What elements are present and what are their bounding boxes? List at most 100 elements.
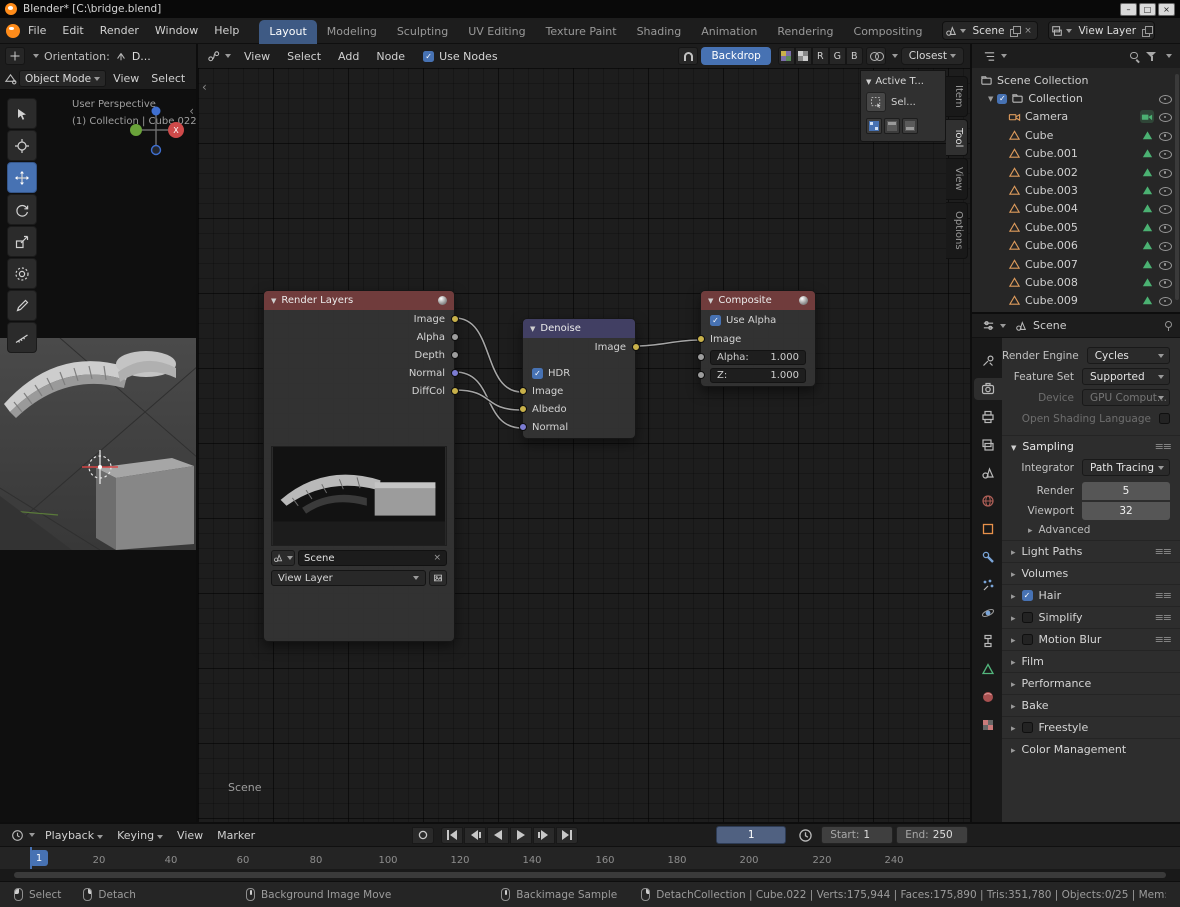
node-menu-view[interactable]: View xyxy=(237,50,277,63)
tab-object-properties[interactable] xyxy=(974,518,1002,540)
socket-depth-out[interactable] xyxy=(451,351,459,359)
node-header[interactable]: Render Layers xyxy=(264,291,454,310)
tab-tool-properties[interactable] xyxy=(974,350,1002,372)
node-editor[interactable]: ‹ Render Layers Image Alpha Depth Normal… xyxy=(198,68,972,822)
timeline-menu-view[interactable]: View xyxy=(170,829,210,842)
menu-window[interactable]: Window xyxy=(147,24,206,37)
backdrop-channel-alpha-icon[interactable] xyxy=(795,47,812,65)
camera-data-icon[interactable] xyxy=(1140,110,1154,123)
orientation-value[interactable]: D... xyxy=(132,50,151,63)
menu-edit[interactable]: Edit xyxy=(54,24,91,37)
toolbar-toggle-arrow[interactable]: ‹ xyxy=(202,80,207,94)
viewport-menu-select[interactable]: Select xyxy=(146,72,190,85)
render-samples-field[interactable]: 5 xyxy=(1082,482,1170,500)
gizmo-y-axis[interactable] xyxy=(130,124,142,136)
end-frame-field[interactable]: End:250 xyxy=(896,826,968,844)
mesh-data-icon[interactable] xyxy=(1141,221,1154,234)
node-menu-node[interactable]: Node xyxy=(369,50,412,63)
node-header[interactable]: Composite xyxy=(701,291,815,310)
node-menu-select[interactable]: Select xyxy=(280,50,328,63)
editor-type-viewport-icon[interactable] xyxy=(4,72,17,85)
node-menu-add[interactable]: Add xyxy=(331,50,366,63)
viewport-3d[interactable]: Object Mode View Select User Perspective… xyxy=(0,68,198,822)
preview-range-clock-icon[interactable] xyxy=(798,828,813,843)
outliner-row-object[interactable]: Cube.001 xyxy=(972,145,1180,163)
view-layer-selector[interactable]: View Layer xyxy=(1048,21,1155,40)
tab-particle-properties[interactable] xyxy=(974,574,1002,596)
render-engine-dropdown[interactable]: Cycles xyxy=(1087,347,1170,364)
tab-view-layer-properties[interactable] xyxy=(974,434,1002,456)
visibility-toggle-icon[interactable] xyxy=(1158,221,1172,234)
collapse-icon[interactable] xyxy=(708,295,713,306)
sidebar-tab-options[interactable]: Options xyxy=(946,202,968,259)
tab-object-data-properties[interactable] xyxy=(974,658,1002,680)
outliner-row-object[interactable]: Cube.002 xyxy=(972,163,1180,181)
outliner-row-scene-collection[interactable]: Scene Collection xyxy=(972,71,1180,89)
maximize-button[interactable]: □ xyxy=(1139,3,1156,16)
editor-type-timeline-icon[interactable] xyxy=(8,828,38,843)
panel-sampling[interactable]: Sampling ≡≡ xyxy=(1002,435,1180,457)
menu-help[interactable]: Help xyxy=(206,24,247,37)
outliner-row-object[interactable]: Cube.007 xyxy=(972,255,1180,273)
panel-color-management[interactable]: Color Management xyxy=(1002,738,1180,760)
active-tool-row[interactable]: Sel... xyxy=(866,92,940,112)
socket-normal-in[interactable] xyxy=(519,423,527,431)
minimize-button[interactable]: – xyxy=(1120,3,1137,16)
playhead-badge[interactable]: 1 xyxy=(30,850,48,866)
tab-modifier-properties[interactable] xyxy=(974,546,1002,568)
backdrop-button[interactable]: Backdrop xyxy=(701,47,770,65)
node-composite[interactable]: Composite Use Alpha Image Alpha:1.000 Z:… xyxy=(700,290,816,387)
tool-transform[interactable] xyxy=(7,258,37,289)
socket-normal-out[interactable] xyxy=(451,369,459,377)
tool-move[interactable] xyxy=(7,162,37,193)
socket-diffcol-out[interactable] xyxy=(451,387,459,395)
viewport-menu-view[interactable]: View xyxy=(108,72,144,85)
properties-editor[interactable]: Scene Render Engine Cycles xyxy=(972,314,1180,822)
tool-scale[interactable] xyxy=(7,226,37,257)
scene-field[interactable]: Scene × xyxy=(298,550,447,566)
panel-simplify[interactable]: Simplify≡≡ xyxy=(1002,606,1180,628)
panel-volumes[interactable]: Volumes xyxy=(1002,562,1180,584)
tab-scene-properties[interactable] xyxy=(974,462,1002,484)
tool-annotate[interactable] xyxy=(7,290,37,321)
close-button[interactable]: × xyxy=(1158,3,1175,16)
timeline-menu-playback[interactable]: Playback xyxy=(38,829,110,842)
navigation-gizmo[interactable]: X xyxy=(126,102,190,166)
auto-keying-button[interactable] xyxy=(412,827,434,844)
tool-select-box[interactable] xyxy=(7,98,37,129)
tool-rotate[interactable] xyxy=(7,194,37,225)
panel-light-paths[interactable]: Light Paths≡≡ xyxy=(1002,540,1180,562)
visibility-toggle-icon[interactable] xyxy=(1158,129,1172,142)
visibility-toggle-icon[interactable] xyxy=(1158,202,1172,215)
outliner-row-object[interactable]: Cube.009 xyxy=(972,292,1180,310)
tab-sculpting[interactable]: Sculpting xyxy=(387,20,458,44)
tab-material-properties[interactable] xyxy=(974,686,1002,708)
visibility-toggle-icon[interactable] xyxy=(1158,258,1172,271)
socket-image-in[interactable] xyxy=(519,387,527,395)
scene-selector[interactable]: Scene × xyxy=(942,21,1038,40)
gizmo-neg-z-axis[interactable] xyxy=(152,146,161,155)
outliner-row-collection[interactable]: ▼ Collection xyxy=(972,89,1180,107)
socket-z-in[interactable] xyxy=(697,371,705,379)
panel-advanced[interactable]: Advanced xyxy=(1002,520,1180,540)
tool-measure[interactable] xyxy=(7,322,37,353)
mesh-data-icon[interactable] xyxy=(1141,294,1154,307)
simplify-checkbox[interactable] xyxy=(1022,612,1033,623)
new-scene-icon[interactable] xyxy=(1010,26,1020,36)
timeline-ruler[interactable]: 20 40 60 80 100 120 140 160 180 200 220 … xyxy=(0,846,1180,869)
z-value-field[interactable]: Z:1.000 xyxy=(710,368,806,383)
visibility-toggle-icon[interactable] xyxy=(1158,294,1172,307)
proportional-edit-icon[interactable] xyxy=(866,47,886,65)
mesh-data-icon[interactable] xyxy=(1141,129,1154,142)
collapse-icon[interactable] xyxy=(530,323,535,334)
use-nodes-checkbox[interactable] xyxy=(423,51,434,62)
panel-bake[interactable]: Bake xyxy=(1002,694,1180,716)
tab-physics-properties[interactable] xyxy=(974,602,1002,624)
collection-checkbox[interactable] xyxy=(997,94,1007,104)
pin-icon[interactable] xyxy=(1163,320,1173,332)
backdrop-channel-b[interactable]: B xyxy=(846,47,863,65)
tab-modeling[interactable]: Modeling xyxy=(317,20,387,44)
tab-rendering[interactable]: Rendering xyxy=(767,20,843,44)
collapse-icon[interactable] xyxy=(271,295,276,306)
panel-performance[interactable]: Performance xyxy=(1002,672,1180,694)
